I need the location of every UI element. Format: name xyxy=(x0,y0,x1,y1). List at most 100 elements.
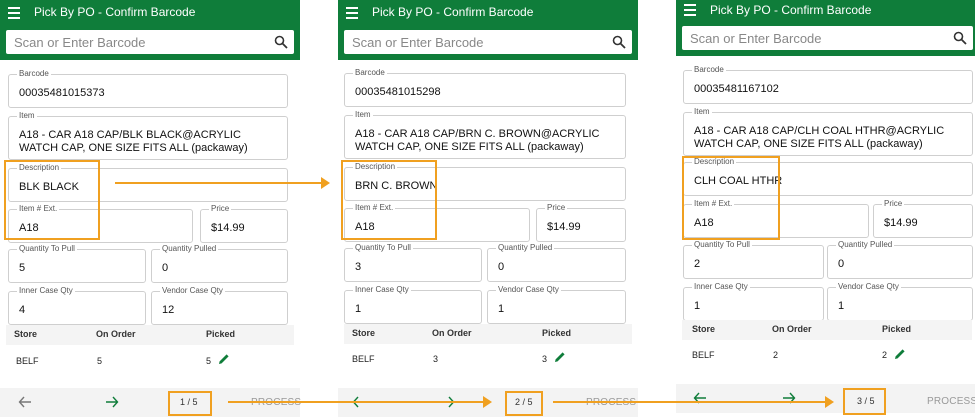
price-value: $14.99 xyxy=(211,222,245,234)
process-button[interactable]: PROCESS xyxy=(927,396,975,407)
qty-to-pull-value: 5 xyxy=(19,262,26,274)
store-table-header: Store On Order Picked xyxy=(682,320,972,340)
row-store: BELF xyxy=(692,350,715,360)
barcode-field[interactable]: Barcode 00035481015373 xyxy=(8,69,288,108)
qty-to-pull-field[interactable]: Quantity To Pull 5 xyxy=(8,244,146,283)
store-table-header: Store On Order Picked xyxy=(344,324,632,344)
barcode-search-input[interactable] xyxy=(344,30,594,54)
barcode-field[interactable]: Barcode 00035481015298 xyxy=(344,68,626,107)
row-store: BELF xyxy=(16,356,39,366)
qty-to-pull-field[interactable]: Quantity To Pull 2 xyxy=(683,240,824,279)
app-title: Pick By PO - Confirm Barcode xyxy=(372,5,534,19)
vendor-case-qty-value: 1 xyxy=(838,300,845,312)
search-icon[interactable] xyxy=(612,35,626,49)
item-label: Item xyxy=(692,107,712,116)
barcode-label: Barcode xyxy=(353,68,387,77)
qty-to-pull-field[interactable]: Quantity To Pull 3 xyxy=(344,243,482,282)
header-store: Store xyxy=(14,329,38,339)
qty-pulled-value: 0 xyxy=(162,262,169,274)
pager-highlight-3 xyxy=(843,388,886,415)
store-table-header: Store On Order Picked xyxy=(6,325,294,345)
next-arrow-icon[interactable] xyxy=(105,396,119,408)
header-on-order: On Order xyxy=(432,328,472,338)
inner-case-qty-label: Inner Case Qty xyxy=(353,285,411,294)
qty-pulled-value: 0 xyxy=(498,261,505,273)
header-picked: Picked xyxy=(882,324,912,334)
qty-pulled-value: 0 xyxy=(838,258,845,270)
app-bar: Pick By PO - Confirm Barcode xyxy=(338,0,638,60)
qty-pulled-field[interactable]: Quantity Pulled 0 xyxy=(827,240,973,279)
qty-to-pull-label: Quantity To Pull xyxy=(353,243,413,252)
search-icon[interactable] xyxy=(953,31,967,45)
app-bar: Pick By PO - Confirm Barcode xyxy=(0,0,300,60)
item-field[interactable]: Item A18 - CAR A18 CAP/BLK BLACK@ACRYLIC… xyxy=(8,111,288,160)
edit-pencil-icon[interactable] xyxy=(554,351,566,363)
barcode-search-input[interactable] xyxy=(682,26,932,50)
arrow-head-3 xyxy=(825,396,834,408)
vendor-case-qty-label: Vendor Case Qty xyxy=(836,282,901,291)
header-store: Store xyxy=(692,324,716,334)
price-label: Price xyxy=(209,204,232,213)
inner-case-qty-field[interactable]: Inner Case Qty 4 xyxy=(8,286,146,325)
header-store: Store xyxy=(352,328,376,338)
search-icon[interactable] xyxy=(274,35,288,49)
inner-case-qty-value: 1 xyxy=(355,303,362,315)
inner-case-qty-value: 1 xyxy=(694,300,701,312)
barcode-search xyxy=(682,26,973,50)
highlight-box-1 xyxy=(4,160,100,240)
vendor-case-qty-field[interactable]: Vendor Case Qty 1 xyxy=(827,282,973,321)
row-picked: 5 xyxy=(206,356,212,366)
app-bar: Pick By PO - Confirm Barcode xyxy=(676,0,975,56)
barcode-value: 00035481015298 xyxy=(355,86,441,98)
menu-icon[interactable] xyxy=(8,7,22,19)
arrow-head-1 xyxy=(321,177,330,189)
row-picked: 2 xyxy=(882,350,888,360)
price-value: $14.99 xyxy=(884,217,918,229)
barcode-value: 00035481015373 xyxy=(19,87,105,99)
qty-to-pull-value: 3 xyxy=(355,261,362,273)
edit-pencil-icon[interactable] xyxy=(894,348,906,360)
menu-icon[interactable] xyxy=(684,4,698,16)
price-field[interactable]: Price $14.99 xyxy=(536,203,626,242)
barcode-search-input[interactable] xyxy=(6,30,256,54)
item-field[interactable]: Item A18 - CAR A18 CAP/BRN C. BROWN@ACRY… xyxy=(344,110,626,159)
item-label: Item xyxy=(353,110,373,119)
pager-highlight-1 xyxy=(168,391,212,416)
item-value: A18 - CAR A18 CAP/BRN C. BROWN@ACRYLIC W… xyxy=(355,128,600,153)
highlight-box-2 xyxy=(341,160,437,240)
qty-to-pull-value: 2 xyxy=(694,258,701,270)
qty-to-pull-label: Quantity To Pull xyxy=(17,244,77,253)
vendor-case-qty-field[interactable]: Vendor Case Qty 1 xyxy=(487,285,626,324)
arrow-line-1 xyxy=(115,182,321,184)
edit-pencil-icon[interactable] xyxy=(218,353,230,365)
vendor-case-qty-value: 12 xyxy=(162,304,175,316)
row-on-order: 2 xyxy=(773,350,779,360)
row-store: BELF xyxy=(352,354,375,364)
item-value: A18 - CAR A18 CAP/CLH COAL HTHR@ACRYLIC … xyxy=(694,125,945,150)
item-field[interactable]: Item A18 - CAR A18 CAP/CLH COAL HTHR@ACR… xyxy=(683,107,973,156)
header-on-order: On Order xyxy=(772,324,812,334)
price-field[interactable]: Price $14.99 xyxy=(873,199,973,238)
item-value: A18 - CAR A18 CAP/BLK BLACK@ACRYLIC WATC… xyxy=(19,129,248,154)
arrow-line-3 xyxy=(553,401,825,403)
qty-pulled-field[interactable]: Quantity Pulled 0 xyxy=(487,243,626,282)
vendor-case-qty-label: Vendor Case Qty xyxy=(160,286,225,295)
menu-icon[interactable] xyxy=(346,7,360,19)
qty-to-pull-label: Quantity To Pull xyxy=(692,240,752,249)
barcode-field[interactable]: Barcode 00035481167102 xyxy=(683,65,973,104)
previous-arrow-icon[interactable] xyxy=(18,396,32,408)
highlight-box-3 xyxy=(682,156,780,240)
vendor-case-qty-field[interactable]: Vendor Case Qty 12 xyxy=(151,286,288,325)
qty-pulled-field[interactable]: Quantity Pulled 0 xyxy=(151,244,288,283)
inner-case-qty-label: Inner Case Qty xyxy=(692,282,750,291)
barcode-label: Barcode xyxy=(692,65,726,74)
inner-case-qty-field[interactable]: Inner Case Qty 1 xyxy=(683,282,824,321)
arrow-line-2 xyxy=(228,401,483,403)
row-picked: 3 xyxy=(542,354,548,364)
inner-case-qty-value: 4 xyxy=(19,304,26,316)
price-label: Price xyxy=(545,203,568,212)
inner-case-qty-label: Inner Case Qty xyxy=(17,286,75,295)
price-field[interactable]: Price $14.99 xyxy=(200,204,288,243)
header-on-order: On Order xyxy=(96,329,136,339)
inner-case-qty-field[interactable]: Inner Case Qty 1 xyxy=(344,285,482,324)
